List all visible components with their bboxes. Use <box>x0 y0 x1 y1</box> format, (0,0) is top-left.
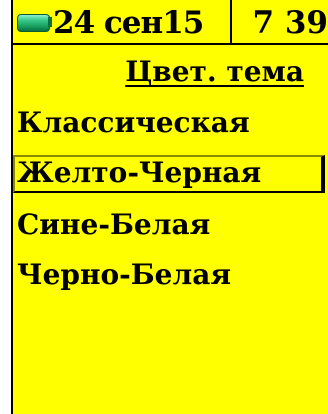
page-title: Цвет. тема <box>125 55 304 88</box>
status-bar: 24 сен15 7 39 <box>13 0 328 45</box>
battery-tip <box>48 17 52 27</box>
menu-item-black-white[interactable]: Черно-Белая <box>13 257 325 295</box>
status-divider <box>230 0 232 43</box>
menu-item-yellow-black[interactable]: Желто-Черная <box>13 155 325 193</box>
battery-icon <box>17 14 50 32</box>
menu-item-blue-white[interactable]: Сине-Белая <box>13 207 325 245</box>
time-display: 7 39 <box>252 5 328 41</box>
menu-item-classic[interactable]: Классическая <box>13 105 325 143</box>
date-display: 24 сен15 <box>53 5 204 41</box>
device-screen: 24 сен15 7 39 Цвет. тема Классическая Же… <box>11 0 328 414</box>
